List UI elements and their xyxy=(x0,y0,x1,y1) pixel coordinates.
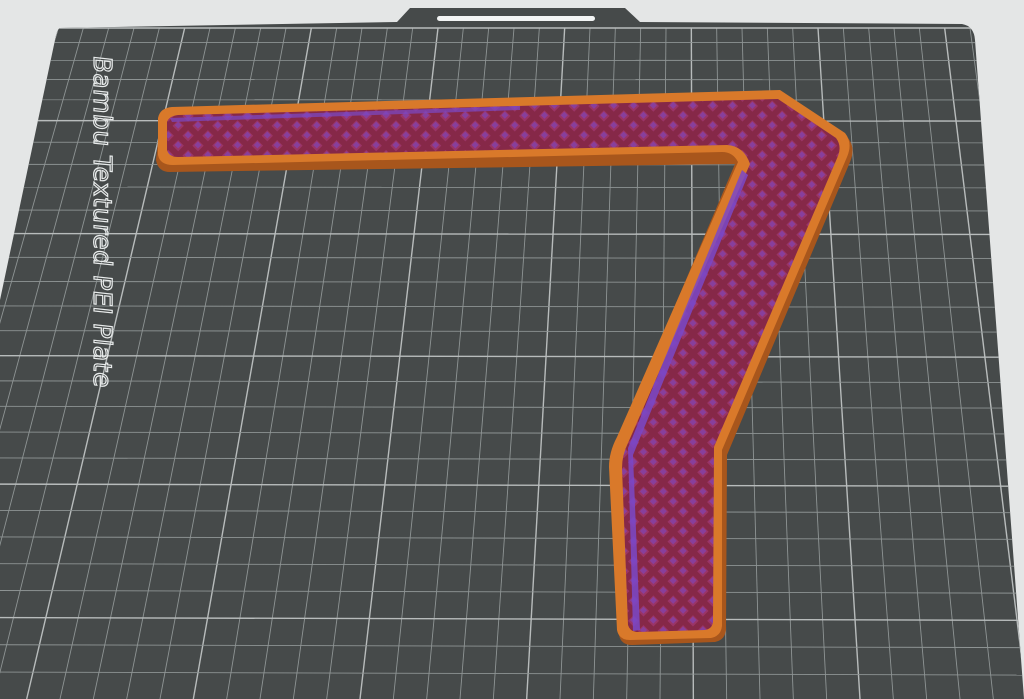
plate-handle xyxy=(437,16,595,21)
3d-viewport[interactable]: Bambu Textured PEI Plate xyxy=(0,0,1024,699)
plate-label: Bambu Textured PEI Plate xyxy=(88,54,117,389)
build-plate-scene[interactable]: Bambu Textured PEI Plate xyxy=(0,0,1024,699)
